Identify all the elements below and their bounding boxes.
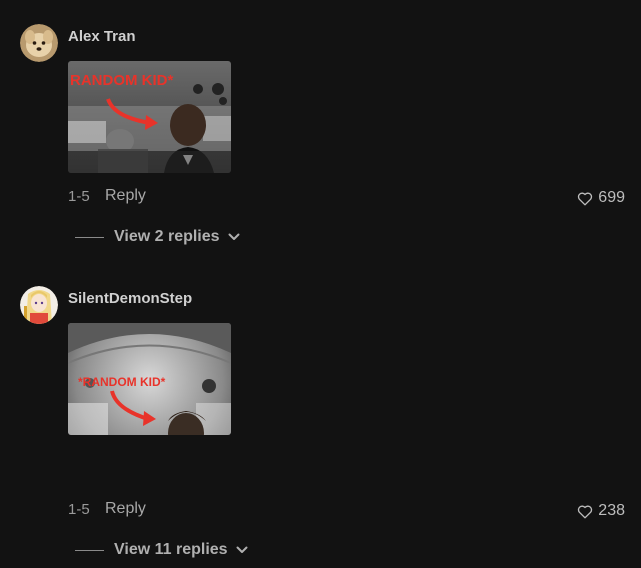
comment-item: SilentDemonStep *RANDOM KID* 1-5 Reply 2…: [0, 0, 641, 568]
view-replies-button[interactable]: View 11 replies: [75, 541, 248, 559]
like-button[interactable]: 238: [577, 502, 625, 520]
comment-username[interactable]: SilentDemonStep: [68, 290, 192, 307]
comment-date: 1-5: [68, 501, 90, 518]
view-replies-label: View 11 replies: [114, 541, 228, 558]
reply-button[interactable]: Reply: [105, 500, 146, 518]
heart-outline-icon: [577, 504, 593, 519]
comment-image[interactable]: *RANDOM KID*: [68, 323, 231, 435]
image-caption: *RANDOM KID*: [78, 375, 166, 389]
divider-line: [75, 549, 104, 551]
chevron-down-icon: [236, 546, 248, 554]
avatar[interactable]: [20, 286, 58, 324]
like-count: 238: [598, 502, 625, 519]
